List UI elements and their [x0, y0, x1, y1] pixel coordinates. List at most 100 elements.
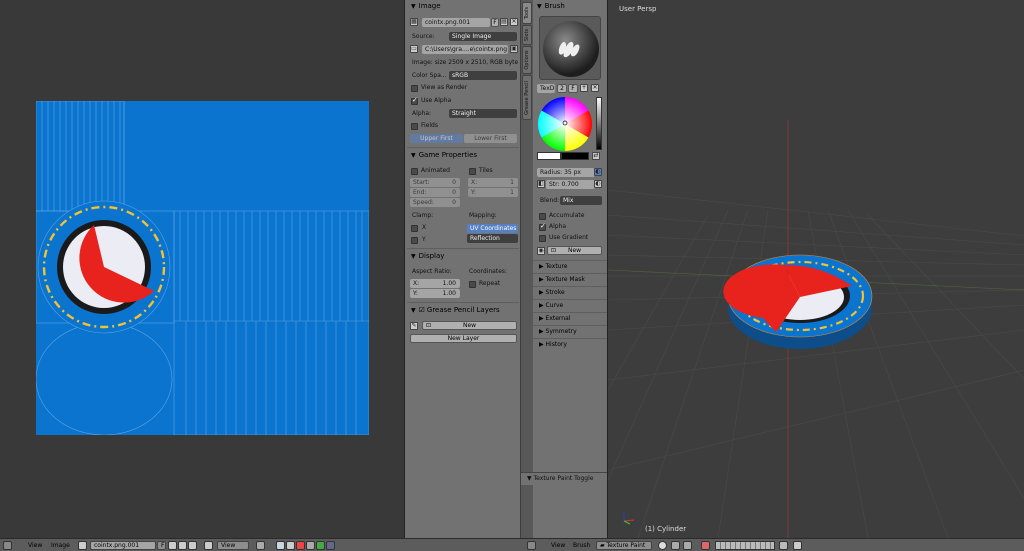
editor-type-icon[interactable] — [527, 541, 536, 550]
section-history[interactable]: ▶ History — [533, 338, 607, 350]
palette-icon[interactable]: ◉ — [537, 247, 545, 255]
menu-view[interactable]: View — [28, 541, 42, 550]
image-browse-icon[interactable]: ▦ — [410, 18, 418, 26]
face-mask-icon[interactable] — [701, 541, 710, 550]
repeat-checkbox[interactable] — [469, 281, 476, 288]
menu-image[interactable]: Image — [51, 541, 70, 550]
color-wheel[interactable] — [537, 96, 593, 152]
animated-checkbox[interactable] — [411, 168, 418, 175]
tab-tools[interactable]: Tools — [522, 2, 532, 24]
image-panel-header[interactable]: ▼ Image — [405, 0, 520, 12]
fields-checkbox[interactable] — [411, 123, 418, 130]
aspect-y-field[interactable]: Y: 1.00 — [410, 289, 460, 298]
pin-icon[interactable] — [204, 541, 213, 550]
section-stroke[interactable]: ▶ Stroke — [533, 286, 607, 298]
unlink-image-icon[interactable] — [188, 541, 197, 550]
reflection-button[interactable]: Reflection — [467, 234, 518, 243]
brush-preview[interactable] — [539, 16, 601, 80]
source-dropdown[interactable]: Single Image — [449, 32, 517, 41]
image-name-field[interactable]: cointx.png.001 — [422, 18, 490, 27]
game-properties-header[interactable]: ▼ Game Properties — [405, 149, 477, 161]
value-slider[interactable] — [596, 97, 602, 150]
pencil-icon[interactable]: ✎ — [410, 322, 418, 330]
tab-options[interactable]: Options — [522, 46, 532, 74]
radius-field[interactable]: Radius: 35 px — [537, 168, 595, 177]
tiles-x-field[interactable]: X: 1 — [468, 178, 518, 187]
menu-brush[interactable]: Brush — [573, 541, 590, 550]
grease-pencil-layers-header[interactable]: ▼ ☑ Grease Pencil Layers — [405, 304, 500, 316]
layer-lock-icon[interactable] — [779, 541, 788, 550]
fake-user-button[interactable]: F — [491, 18, 499, 27]
pivot-icon[interactable] — [256, 541, 265, 550]
tab-slots[interactable]: Slots — [522, 25, 532, 45]
render-icon[interactable] — [793, 541, 802, 550]
open-image-icon[interactable]: ▤ — [500, 18, 508, 26]
editor-type-icon[interactable] — [3, 541, 12, 550]
section-external[interactable]: ▶ External — [533, 312, 607, 324]
open-image-icon[interactable] — [178, 541, 187, 550]
view-mode-dropdown[interactable]: View — [217, 541, 249, 550]
uv-image-editor[interactable] — [0, 0, 404, 538]
clamp-y-checkbox[interactable] — [411, 237, 418, 244]
strength-icon[interactable]: ◧ — [537, 180, 545, 188]
gp-new-button[interactable]: ⊡ New — [422, 321, 517, 330]
shading-icon[interactable] — [658, 541, 667, 550]
section-symmetry[interactable]: ▶ Symmetry — [533, 325, 607, 337]
speed-field[interactable]: Speed: 0 — [410, 198, 460, 207]
display-header[interactable]: ▼ Display — [405, 250, 444, 262]
folder-icon[interactable]: ▣ — [510, 45, 518, 53]
secondary-color-swatch[interactable] — [561, 152, 589, 160]
draw-channels-icon[interactable] — [286, 541, 295, 550]
uv-texture-canvas[interactable] — [36, 101, 369, 435]
section-texture-mask[interactable]: ▶ Texture Mask — [533, 273, 607, 285]
image-browse-icon[interactable] — [78, 541, 87, 550]
brush-name-field[interactable]: TexDr — [537, 84, 555, 93]
uv-sync-icon[interactable] — [276, 541, 285, 550]
new-layer-button[interactable]: New Layer — [410, 334, 517, 343]
texture-paint-toggle-panel[interactable]: ▼ Texture Paint Toggle — [521, 472, 607, 485]
filepath-field[interactable]: C:\Users\gra....e\cointx.png — [422, 45, 508, 54]
use-gradient-checkbox[interactable] — [539, 235, 546, 242]
swap-colors-icon[interactable]: ⇄ — [592, 152, 600, 160]
view-as-render-checkbox[interactable] — [411, 85, 418, 92]
lower-first-button[interactable]: Lower First — [464, 134, 517, 143]
close-image-icon[interactable]: ✕ — [510, 18, 518, 26]
upper-first-button[interactable]: Upper First — [410, 134, 463, 143]
manipulator-icon[interactable] — [683, 541, 692, 550]
brush-fake-user[interactable]: F — [568, 84, 578, 93]
blend-dropdown[interactable]: Mix — [560, 196, 602, 205]
mode-dropdown[interactable]: ▰ Texture Paint — [596, 541, 652, 550]
record-icon[interactable] — [296, 541, 305, 550]
palette-new-button[interactable]: ⊡ New — [547, 246, 602, 255]
image-name-field[interactable]: cointx.png.001 — [90, 541, 156, 550]
strength-pressure-icon[interactable]: ◐ — [594, 180, 602, 188]
primary-color-swatch[interactable] — [537, 152, 561, 160]
section-texture[interactable]: ▶ Texture — [533, 260, 607, 272]
menu-view[interactable]: View — [551, 541, 565, 550]
brush-users-count[interactable]: 2 — [557, 84, 567, 93]
channel-blue-icon[interactable] — [326, 541, 335, 550]
start-field[interactable]: Start: 0 — [410, 178, 460, 187]
clamp-x-checkbox[interactable] — [411, 225, 418, 232]
brush-add-icon[interactable]: + — [580, 84, 588, 92]
fake-user-button[interactable]: F — [157, 541, 166, 550]
tiles-y-field[interactable]: Y: 1 — [468, 188, 518, 197]
pivot-point-icon[interactable] — [671, 541, 680, 550]
use-alpha-checkbox[interactable] — [411, 96, 418, 105]
accumulate-checkbox[interactable] — [539, 213, 546, 220]
aspect-x-field[interactable]: X: 1.00 — [410, 279, 460, 288]
section-curve[interactable]: ▶ Curve — [533, 299, 607, 311]
colorspace-dropdown[interactable]: sRGB — [449, 71, 517, 80]
tiles-checkbox[interactable] — [469, 168, 476, 175]
end-field[interactable]: End: 0 — [410, 188, 460, 197]
channel-green-icon[interactable] — [316, 541, 325, 550]
tab-grease-pencil[interactable]: Grease Pencil — [522, 75, 532, 120]
layers-grid[interactable] — [715, 541, 775, 550]
strength-field[interactable]: Str: 0.700 — [546, 180, 595, 189]
brush-remove-icon[interactable]: ✕ — [591, 84, 599, 92]
alpha-checkbox[interactable] — [539, 222, 546, 231]
radius-pressure-icon[interactable]: ◐ — [594, 168, 602, 176]
alpha-mode-dropdown[interactable]: Straight — [449, 109, 517, 118]
3d-viewport[interactable]: User Persp (1) Cylinder — [607, 0, 1024, 538]
new-image-icon[interactable] — [168, 541, 177, 550]
